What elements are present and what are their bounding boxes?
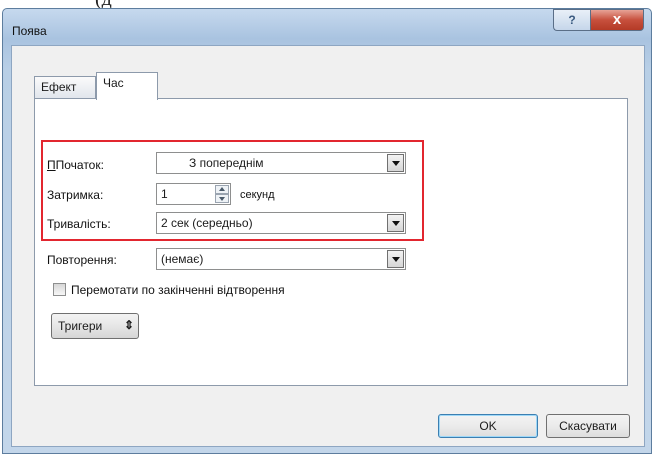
close-button[interactable]: x [590, 9, 644, 31]
start-select[interactable]: З попереднім [156, 152, 406, 174]
rewind-checkbox[interactable] [53, 283, 66, 296]
help-icon: ? [568, 13, 576, 27]
repeat-select-value: (немає) [161, 252, 204, 266]
dialog-window: Поява ? x Ефект Час ППочаток: З попередн… [2, 8, 652, 454]
rewind-label[interactable]: Перемотати по закінченні відтворення [71, 283, 285, 297]
delay-unit: секунд [240, 189, 275, 201]
tab-time[interactable]: Час [96, 72, 158, 100]
duration-select-value: 2 сек (середньо) [161, 216, 253, 230]
chevron-down-icon[interactable] [387, 250, 404, 268]
chevron-down-icon[interactable] [387, 154, 404, 172]
dialog-client: Ефект Час ППочаток: З попереднім Затримк… [11, 45, 645, 447]
start-label: ППочаток: [47, 158, 104, 172]
spin-up-icon[interactable] [215, 185, 229, 194]
double-chevron-icon: ⇕ [124, 318, 135, 332]
duration-select[interactable]: 2 сек (середньо) [156, 212, 406, 234]
repeat-label: Повторення: [47, 253, 117, 267]
duration-label: Тривалість: [47, 217, 111, 231]
triggers-label: Тригери [58, 319, 103, 333]
triggers-button[interactable]: Тригери ⇕ [51, 313, 139, 339]
start-select-value: З попереднім [189, 156, 264, 170]
ok-button[interactable]: OK [438, 414, 538, 438]
spin-down-icon[interactable] [215, 194, 229, 203]
close-icon: x [612, 11, 622, 28]
cancel-button[interactable]: Скасувати [546, 414, 630, 438]
delay-value: 1 [161, 187, 168, 201]
help-button[interactable]: ? [553, 9, 590, 31]
dialog-title: Поява [12, 24, 47, 38]
spinner-icon[interactable] [215, 185, 229, 203]
chevron-down-icon[interactable] [387, 214, 404, 232]
tab-panel-time: ППочаток: З попереднім Затримка: 1 секун… [34, 98, 628, 386]
repeat-select[interactable]: (немає) [156, 248, 406, 270]
top-caption: (д [0, 0, 653, 10]
start-label-text: Початок: [55, 158, 104, 172]
delay-label: Затримка: [47, 188, 104, 202]
tab-effect[interactable]: Ефект [34, 76, 96, 98]
delay-stepper[interactable]: 1 [156, 183, 231, 205]
